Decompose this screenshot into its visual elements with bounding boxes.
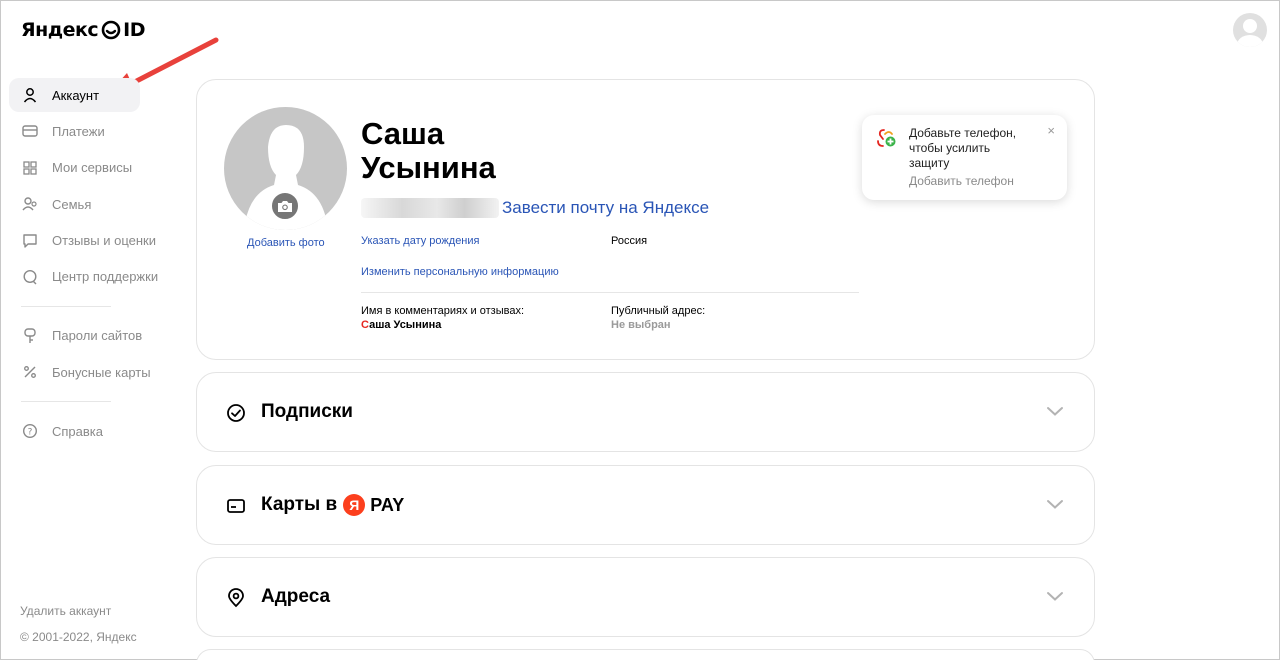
birthday-link[interactable]: Указать дату рождения xyxy=(361,235,479,247)
sidebar-item-label: Пароли сайтов xyxy=(52,328,143,344)
profile-card: Добавить фото Саша Усынина Завести почту… xyxy=(196,79,1095,360)
add-phone-tooltip: Добавьте телефон, чтобы усилить защиту Д… xyxy=(862,115,1067,200)
sidebar-item-services[interactable]: Мои сервисы xyxy=(9,151,193,185)
chevron-down-icon[interactable] xyxy=(1046,405,1064,417)
chevron-down-icon[interactable] xyxy=(1046,590,1064,602)
sidebar: Аккаунт Платежи Мои сервисы Семья Отзывы… xyxy=(9,78,193,451)
create-mail-link[interactable]: Завести почту на Яндексе xyxy=(502,198,709,218)
sidebar-item-label: Мои сервисы xyxy=(52,160,133,176)
card-icon xyxy=(227,499,245,513)
key-icon xyxy=(21,327,39,345)
avatar-silhouette-icon xyxy=(1237,19,1263,47)
sidebar-item-label: Аккаунт xyxy=(52,87,100,103)
help-icon: ? xyxy=(21,422,39,440)
review-icon xyxy=(21,232,39,250)
sidebar-item-label: Центр поддержки xyxy=(52,269,159,285)
sidebar-item-label: Платежи xyxy=(52,123,105,139)
public-address-value[interactable]: Не выбран xyxy=(611,319,671,331)
tooltip-text: Добавьте телефон, чтобы усилить защиту xyxy=(909,126,1017,170)
sidebar-item-label: Семья xyxy=(52,196,92,212)
change-photo-button[interactable] xyxy=(270,191,300,221)
card-icon xyxy=(21,122,39,140)
location-pin-icon xyxy=(228,588,244,608)
edit-info-link[interactable]: Изменить персональную информацию xyxy=(361,266,559,278)
profile-divider xyxy=(361,292,859,293)
svg-text:?: ? xyxy=(28,428,33,438)
sidebar-item-family[interactable]: Семья xyxy=(9,187,193,221)
sidebar-item-payments[interactable]: Платежи xyxy=(9,114,193,148)
add-photo-link[interactable]: Добавить фото xyxy=(247,237,325,249)
country-text: Россия xyxy=(611,235,648,247)
sidebar-item-account[interactable]: Аккаунт xyxy=(9,78,140,112)
blurred-login xyxy=(361,198,499,218)
first-name: Саша xyxy=(361,116,445,151)
pay-word: PAY xyxy=(370,494,405,515)
subscriptions-title: Подписки xyxy=(261,401,353,422)
sidebar-item-passwords[interactable]: Пароли сайтов xyxy=(9,319,193,353)
user-name: Саша Усынина xyxy=(361,117,561,185)
comments-name-value: Саша Усынина xyxy=(361,319,441,331)
comments-name-label: Имя в комментариях и отзывах: xyxy=(361,305,525,317)
camera-icon xyxy=(278,201,292,212)
next-section xyxy=(196,649,1095,660)
subscriptions-section[interactable]: Подписки xyxy=(196,372,1095,452)
add-phone-link[interactable]: Добавить телефон xyxy=(909,174,1014,188)
logo-text: Яндекс xyxy=(21,19,99,41)
percent-icon xyxy=(21,363,39,381)
cards-section[interactable]: Карты в Я PAY xyxy=(196,465,1095,545)
cards-title-prefix: Карты в xyxy=(261,494,338,515)
public-address-label: Публичный адрес: xyxy=(611,305,706,317)
grid-icon xyxy=(21,159,39,177)
sidebar-item-label: Бонусные карты xyxy=(52,364,151,380)
support-icon xyxy=(21,268,39,286)
cards-title: Карты в Я PAY xyxy=(261,494,404,516)
sidebar-item-reviews[interactable]: Отзывы и оценки xyxy=(9,224,193,258)
addresses-title: Адреса xyxy=(261,586,331,607)
sidebar-item-label: Справка xyxy=(52,423,103,439)
yandex-badge-icon: Я xyxy=(343,494,366,516)
last-name: Усынина xyxy=(361,150,496,185)
email-row: Завести почту на Яндексе xyxy=(361,198,709,218)
user-icon xyxy=(21,86,39,104)
sidebar-item-bonus-cards[interactable]: Бонусные карты xyxy=(9,355,193,389)
delete-account-link[interactable]: Удалить аккаунт xyxy=(20,604,111,618)
chevron-down-icon[interactable] xyxy=(1046,498,1064,510)
name-first-letter: С xyxy=(361,319,370,331)
sidebar-item-label: Отзывы и оценки xyxy=(52,233,156,249)
sidebar-item-support[interactable]: Центр поддержки xyxy=(9,260,193,294)
name-rest: аша Усынина xyxy=(369,319,442,331)
family-icon xyxy=(21,195,39,213)
check-circle-icon xyxy=(227,404,245,422)
sidebar-divider xyxy=(21,305,111,307)
close-tooltip-button[interactable]: × xyxy=(1047,123,1055,138)
phone-chain-icon xyxy=(877,129,896,147)
addresses-section[interactable]: Адреса xyxy=(196,557,1095,637)
sidebar-divider xyxy=(21,401,111,403)
sidebar-item-help[interactable]: ? Справка xyxy=(9,414,193,448)
user-avatar[interactable] xyxy=(1233,13,1267,47)
copyright: © 2001-2022, Яндекс xyxy=(20,630,137,644)
